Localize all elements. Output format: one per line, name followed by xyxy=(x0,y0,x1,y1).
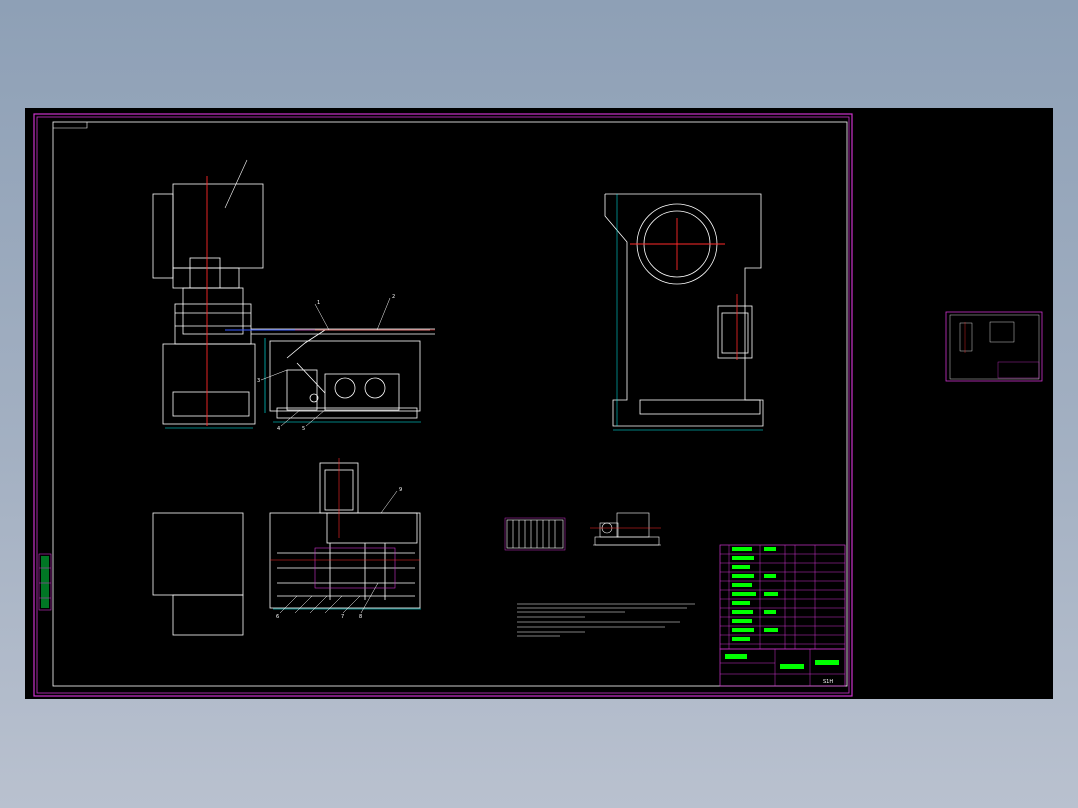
top-view-leader-9 xyxy=(380,490,398,514)
sheet-outer-frame-inner xyxy=(36,116,850,694)
front-view-press xyxy=(152,183,264,425)
parts-list-table xyxy=(719,544,846,650)
svg-text:2: 2 xyxy=(392,294,395,300)
detail-view-chain-outline xyxy=(504,517,566,551)
thumbnail-sheet[interactable] xyxy=(945,311,1043,382)
cad-model-viewport[interactable]: 1 2 3 4 5 6 7 8 9 S1H xyxy=(25,108,1053,699)
sheet-corner-tab xyxy=(53,122,88,129)
svg-text:9: 9 xyxy=(399,487,402,493)
margin-revision-strip xyxy=(38,553,52,611)
parts-list-entries xyxy=(732,547,778,641)
sheet-drawing-border xyxy=(52,121,848,687)
side-view-press xyxy=(604,193,764,427)
front-view-conveyor xyxy=(251,328,435,419)
svg-text:5: 5 xyxy=(302,426,305,432)
svg-text:8: 8 xyxy=(359,614,362,620)
svg-text:3: 3 xyxy=(257,378,260,384)
svg-text:7: 7 xyxy=(341,614,344,620)
cad-drawing-canvas[interactable]: 1 2 3 4 5 6 7 8 9 S1H xyxy=(25,108,1053,699)
front-view-leaders xyxy=(260,297,391,427)
title-block-drawing-number: S1H xyxy=(823,679,833,685)
detail-view-gearbox xyxy=(593,512,661,546)
top-view-leaders xyxy=(279,582,379,614)
detail-view-chain xyxy=(506,519,564,549)
svg-text:4: 4 xyxy=(277,426,280,432)
technical-notes xyxy=(517,603,695,637)
svg-text:6: 6 xyxy=(276,614,279,620)
svg-text:1: 1 xyxy=(317,300,320,306)
sheet-outer-frame xyxy=(33,113,853,697)
